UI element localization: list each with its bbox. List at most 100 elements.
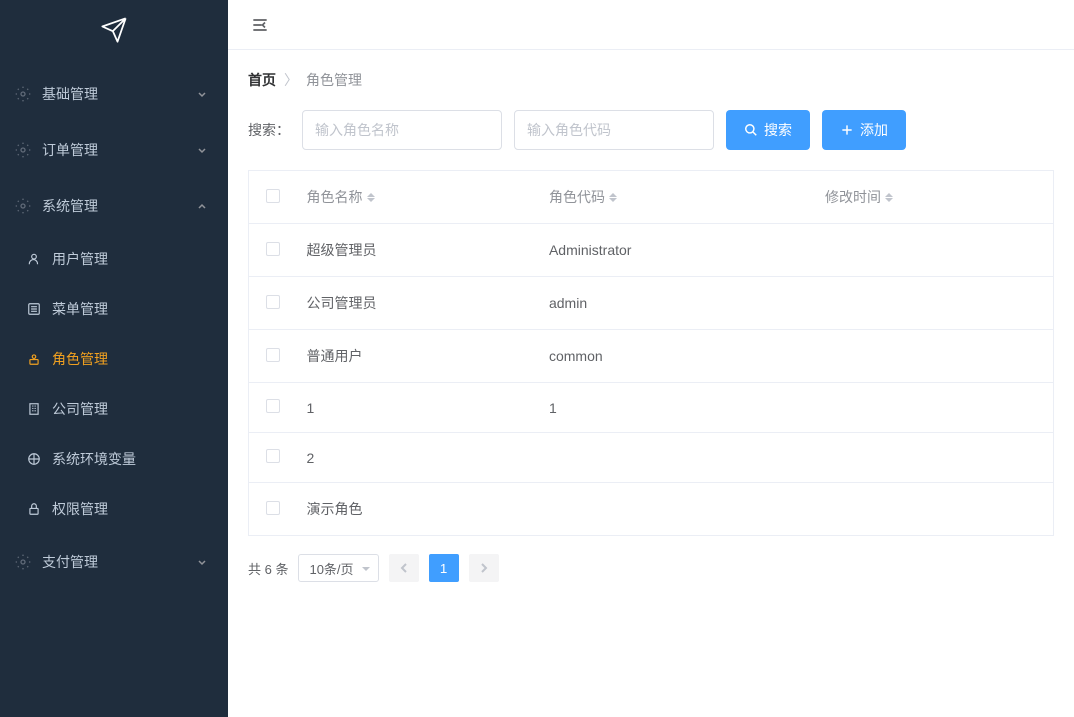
collapse-sidebar-button[interactable] xyxy=(248,13,272,37)
sub-item-permission[interactable]: 权限管理 xyxy=(0,484,228,534)
cell-code: 1 xyxy=(539,383,815,433)
cell-time xyxy=(815,277,1053,330)
table-row[interactable]: 2 xyxy=(249,433,1054,483)
breadcrumb-current: 角色管理 xyxy=(306,70,362,90)
search-button[interactable]: 搜索 xyxy=(726,110,810,150)
row-checkbox[interactable] xyxy=(266,501,280,515)
sub-item-role[interactable]: 角色管理 xyxy=(0,334,228,384)
nav-menu: 基础管理 订单管理 系统管理 用户管理 菜单管理 xyxy=(0,60,228,590)
table-row[interactable]: 普通用户 common xyxy=(249,330,1054,383)
role-name-input[interactable] xyxy=(302,110,502,150)
cell-code xyxy=(539,433,815,483)
breadcrumb: 首页 〉 角色管理 xyxy=(248,70,1054,90)
chevron-down-icon xyxy=(196,556,208,568)
row-checkbox[interactable] xyxy=(266,348,280,362)
th-modify-time[interactable]: 修改时间 xyxy=(825,187,893,207)
row-checkbox[interactable] xyxy=(266,399,280,413)
chevron-right-icon xyxy=(478,562,490,574)
cell-name: 2 xyxy=(297,433,539,483)
sub-item-menu[interactable]: 菜单管理 xyxy=(0,284,228,334)
user-icon xyxy=(26,251,42,267)
sort-icon xyxy=(367,193,375,202)
chevron-up-icon xyxy=(196,200,208,212)
th-role-name[interactable]: 角色名称 xyxy=(307,187,375,207)
table-row[interactable]: 演示角色 xyxy=(249,483,1054,536)
collapse-icon xyxy=(250,15,270,35)
table-row[interactable]: 公司管理员 admin xyxy=(249,277,1054,330)
sub-label: 菜单管理 xyxy=(52,299,108,319)
gear-icon xyxy=(14,85,32,103)
search-row: 搜索： 搜索 添加 xyxy=(248,110,1054,150)
plus-icon xyxy=(840,123,854,137)
cell-time xyxy=(815,483,1053,536)
menu-item-system[interactable]: 系统管理 xyxy=(0,178,228,234)
logo-area xyxy=(0,0,228,60)
menu-item-payment[interactable]: 支付管理 xyxy=(0,534,228,590)
cell-code: admin xyxy=(539,277,815,330)
sub-item-env[interactable]: 系统环境变量 xyxy=(0,434,228,484)
row-checkbox[interactable] xyxy=(266,295,280,309)
cell-time xyxy=(815,224,1053,277)
breadcrumb-home[interactable]: 首页 xyxy=(248,70,276,90)
checkbox-all[interactable] xyxy=(266,189,280,203)
page-1-button[interactable]: 1 xyxy=(429,554,459,582)
menu-label: 订单管理 xyxy=(42,140,196,160)
sub-label: 角色管理 xyxy=(52,349,108,369)
cell-code: Administrator xyxy=(539,224,815,277)
row-checkbox[interactable] xyxy=(266,449,280,463)
pagination-total: 共 6 条 xyxy=(248,559,288,578)
env-icon xyxy=(26,451,42,467)
cell-code: common xyxy=(539,330,815,383)
search-button-label: 搜索 xyxy=(764,120,792,140)
menu-item-order[interactable]: 订单管理 xyxy=(0,122,228,178)
sub-item-user[interactable]: 用户管理 xyxy=(0,234,228,284)
building-icon xyxy=(26,401,42,417)
menu-item-basic[interactable]: 基础管理 xyxy=(0,66,228,122)
paper-plane-icon xyxy=(100,16,128,44)
cell-code xyxy=(539,483,815,536)
sort-icon xyxy=(885,193,893,202)
table-row[interactable]: 超级管理员 Administrator xyxy=(249,224,1054,277)
main-area: 首页 〉 角色管理 搜索： 搜索 添加 xyxy=(228,0,1074,717)
cell-name: 演示角色 xyxy=(297,483,539,536)
search-label: 搜索： xyxy=(248,120,290,140)
search-icon xyxy=(744,123,758,137)
cell-name: 超级管理员 xyxy=(297,224,539,277)
cell-time xyxy=(815,330,1053,383)
sub-label: 权限管理 xyxy=(52,499,108,519)
submenu-system: 用户管理 菜单管理 角色管理 公司管理 系统环境变量 xyxy=(0,234,228,534)
sub-label: 公司管理 xyxy=(52,399,108,419)
cell-time xyxy=(815,383,1053,433)
sub-label: 系统环境变量 xyxy=(52,449,136,469)
row-checkbox[interactable] xyxy=(266,242,280,256)
lock-icon xyxy=(26,501,42,517)
prev-page-button[interactable] xyxy=(389,554,419,582)
sub-item-company[interactable]: 公司管理 xyxy=(0,384,228,434)
gear-icon xyxy=(14,197,32,215)
cell-name: 1 xyxy=(297,383,539,433)
menu-label: 系统管理 xyxy=(42,196,196,216)
content: 首页 〉 角色管理 搜索： 搜索 添加 xyxy=(228,50,1074,717)
gear-icon xyxy=(14,141,32,159)
role-icon xyxy=(26,351,42,367)
menu-label: 支付管理 xyxy=(42,552,196,572)
chevron-down-icon xyxy=(196,88,208,100)
next-page-button[interactable] xyxy=(469,554,499,582)
add-button[interactable]: 添加 xyxy=(822,110,906,150)
menu-label: 基础管理 xyxy=(42,84,196,104)
gear-icon xyxy=(14,553,32,571)
chevron-left-icon xyxy=(398,562,410,574)
sidebar: 基础管理 订单管理 系统管理 用户管理 菜单管理 xyxy=(0,0,228,717)
cell-time xyxy=(815,433,1053,483)
role-code-input[interactable] xyxy=(514,110,714,150)
pagination: 共 6 条 10条/页 1 xyxy=(248,554,1054,582)
table-row[interactable]: 1 1 xyxy=(249,383,1054,433)
topbar xyxy=(228,0,1074,50)
page-size-select[interactable]: 10条/页 xyxy=(298,554,378,582)
chevron-down-icon xyxy=(196,144,208,156)
breadcrumb-separator: 〉 xyxy=(284,70,298,90)
add-button-label: 添加 xyxy=(860,120,888,140)
sub-label: 用户管理 xyxy=(52,249,108,269)
th-role-code[interactable]: 角色代码 xyxy=(549,187,617,207)
sort-icon xyxy=(609,193,617,202)
